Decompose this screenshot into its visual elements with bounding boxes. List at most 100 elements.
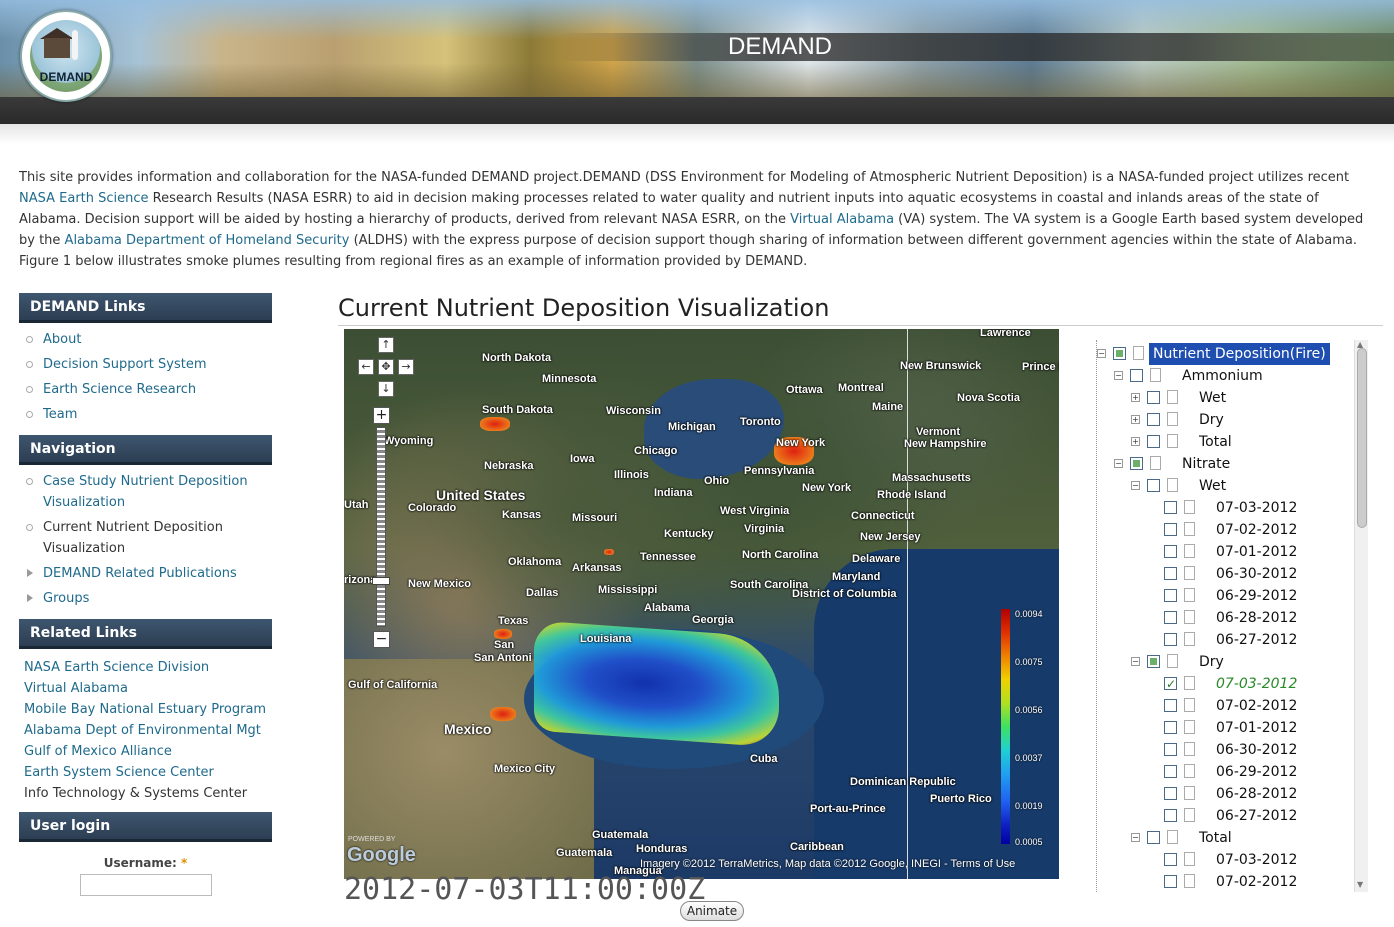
intro-paragraph: This site provides information and colla… xyxy=(19,170,1364,269)
menu-item-decision-support[interactable]: Decision Support System xyxy=(19,354,272,375)
pan-center-icon[interactable]: ✥ xyxy=(378,359,394,375)
collapse-icon[interactable]: − xyxy=(1114,371,1123,380)
expand-icon[interactable]: + xyxy=(1131,415,1140,424)
expand-icon[interactable]: + xyxy=(1131,437,1140,446)
related-link-gulf-alliance[interactable]: Gulf of Mexico Alliance xyxy=(24,741,272,762)
site-logo[interactable]: DEMAND xyxy=(20,10,112,102)
checkbox[interactable] xyxy=(1164,673,1177,695)
virtual-alabama-link[interactable]: Virtual Alabama xyxy=(790,212,894,227)
checkbox[interactable] xyxy=(1147,479,1160,492)
zoom-in-icon[interactable]: + xyxy=(373,407,390,424)
pan-down-icon[interactable]: ↓ xyxy=(378,381,394,397)
nasa-earth-science-link[interactable]: NASA Earth Science xyxy=(19,191,149,206)
powered-by-label: POWERED BY xyxy=(348,836,396,843)
scrollbar-thumb[interactable] xyxy=(1357,348,1367,528)
document-icon xyxy=(1184,632,1195,646)
animate-button[interactable]: Animate xyxy=(680,901,744,921)
checkbox[interactable] xyxy=(1164,545,1177,558)
pan-up-icon[interactable]: ↑ xyxy=(378,337,394,353)
collapse-icon[interactable]: − xyxy=(1114,459,1123,468)
checkbox[interactable] xyxy=(1164,787,1177,800)
collapse-icon[interactable]: − xyxy=(1131,657,1140,666)
document-icon xyxy=(1184,786,1195,800)
tree-scrollbar[interactable]: ▲ ▼ xyxy=(1354,340,1368,892)
demand-links-menu: About Decision Support System Earth Scie… xyxy=(19,323,272,435)
circle-bullet-icon xyxy=(26,524,33,531)
user-login-title: User login xyxy=(19,812,272,842)
document-icon xyxy=(1167,434,1178,448)
sidebar: DEMAND Links About Decision Support Syst… xyxy=(19,293,272,896)
page-title: Current Nutrient Deposition Visualizatio… xyxy=(338,293,1383,326)
checkbox[interactable] xyxy=(1164,611,1177,624)
circle-bullet-icon xyxy=(26,478,33,485)
collapse-icon[interactable]: − xyxy=(1131,481,1140,490)
checkbox[interactable] xyxy=(1164,589,1177,602)
checkbox[interactable] xyxy=(1147,413,1160,426)
site-title: DEMAND xyxy=(727,33,832,60)
legend-tick: 0.0019 xyxy=(1015,801,1043,811)
related-link-adem[interactable]: Alabama Dept of Environmental Mgt xyxy=(24,720,272,741)
username-input[interactable] xyxy=(80,874,212,896)
checkbox[interactable] xyxy=(1130,457,1143,470)
document-icon xyxy=(1184,764,1195,778)
checkbox[interactable] xyxy=(1147,435,1160,448)
checkbox[interactable] xyxy=(1164,699,1177,712)
related-link-virtual-alabama[interactable]: Virtual Alabama xyxy=(24,678,272,699)
legend-tick: 0.0037 xyxy=(1015,753,1043,763)
document-icon xyxy=(1184,610,1195,624)
checkbox[interactable] xyxy=(1164,633,1177,646)
google-logo[interactable]: Google xyxy=(347,844,416,867)
menu-item-earth-science[interactable]: Earth Science Research xyxy=(19,379,272,400)
checkbox[interactable] xyxy=(1147,655,1160,668)
checkbox[interactable] xyxy=(1147,391,1160,404)
zoom-out-icon[interactable]: − xyxy=(373,631,390,648)
checkbox[interactable] xyxy=(1113,347,1126,360)
related-link-itsc[interactable]: Info Technology & Systems Center xyxy=(24,783,272,804)
checkbox[interactable] xyxy=(1147,831,1160,844)
checkbox[interactable] xyxy=(1164,721,1177,734)
pan-right-icon[interactable]: → xyxy=(398,359,414,375)
legend-tick: 0.0075 xyxy=(1015,657,1043,667)
nav-item-groups[interactable]: Groups xyxy=(19,588,272,609)
checkbox[interactable] xyxy=(1164,523,1177,536)
deposition-overlay xyxy=(534,620,779,748)
checkbox[interactable] xyxy=(1164,501,1177,514)
pan-left-icon[interactable]: ← xyxy=(358,359,374,375)
document-icon xyxy=(1184,874,1195,888)
zoom-slider-handle[interactable] xyxy=(372,577,390,585)
checkbox[interactable] xyxy=(1164,875,1177,888)
related-links-title: Related Links xyxy=(19,619,272,649)
document-icon xyxy=(1150,456,1161,470)
timestamp-display: 2012-07-03T11:00:00Z xyxy=(344,872,706,907)
menu-item-about[interactable]: About xyxy=(19,329,272,350)
document-icon xyxy=(1167,654,1178,668)
checkbox[interactable] xyxy=(1164,743,1177,756)
related-link-mobile-bay[interactable]: Mobile Bay National Estuary Program xyxy=(24,699,272,720)
expand-icon[interactable]: + xyxy=(1131,393,1140,402)
nav-item-current[interactable]: Current Nutrient Deposition Visualizatio… xyxy=(19,517,272,559)
aldhs-link[interactable]: Alabama Department of Homeland Security xyxy=(65,233,350,248)
checkbox[interactable] xyxy=(1164,853,1177,866)
nav-item-case-study[interactable]: Case Study Nutrient Deposition Visualiza… xyxy=(19,471,272,513)
username-label: Username: xyxy=(103,856,177,870)
collapse-icon[interactable]: − xyxy=(1131,833,1140,842)
related-link-essc[interactable]: Earth System Science Center xyxy=(24,762,272,783)
checkbox[interactable] xyxy=(1164,809,1177,822)
zoom-slider[interactable] xyxy=(376,427,386,627)
menu-item-team[interactable]: Team xyxy=(19,404,272,425)
heron-icon xyxy=(72,30,78,60)
related-link-nasa[interactable]: NASA Earth Science Division xyxy=(24,657,272,678)
collapse-icon[interactable]: − xyxy=(1097,349,1106,358)
checkbox[interactable] xyxy=(1164,765,1177,778)
map-attribution[interactable]: Imagery ©2012 TerraMetrics, Map data ©20… xyxy=(640,858,1015,870)
login-form: Username: * xyxy=(19,842,272,896)
document-icon xyxy=(1167,412,1178,426)
checkbox[interactable] xyxy=(1130,369,1143,382)
map-view[interactable]: North Dakota Minnesota South Dakota Wisc… xyxy=(344,329,1059,879)
document-icon xyxy=(1167,390,1178,404)
scroll-down-icon[interactable]: ▼ xyxy=(1357,880,1363,889)
nav-item-publications[interactable]: DEMAND Related Publications xyxy=(19,563,272,584)
checkbox[interactable] xyxy=(1164,567,1177,580)
document-icon xyxy=(1184,720,1195,734)
legend-color-bar xyxy=(1001,609,1010,844)
